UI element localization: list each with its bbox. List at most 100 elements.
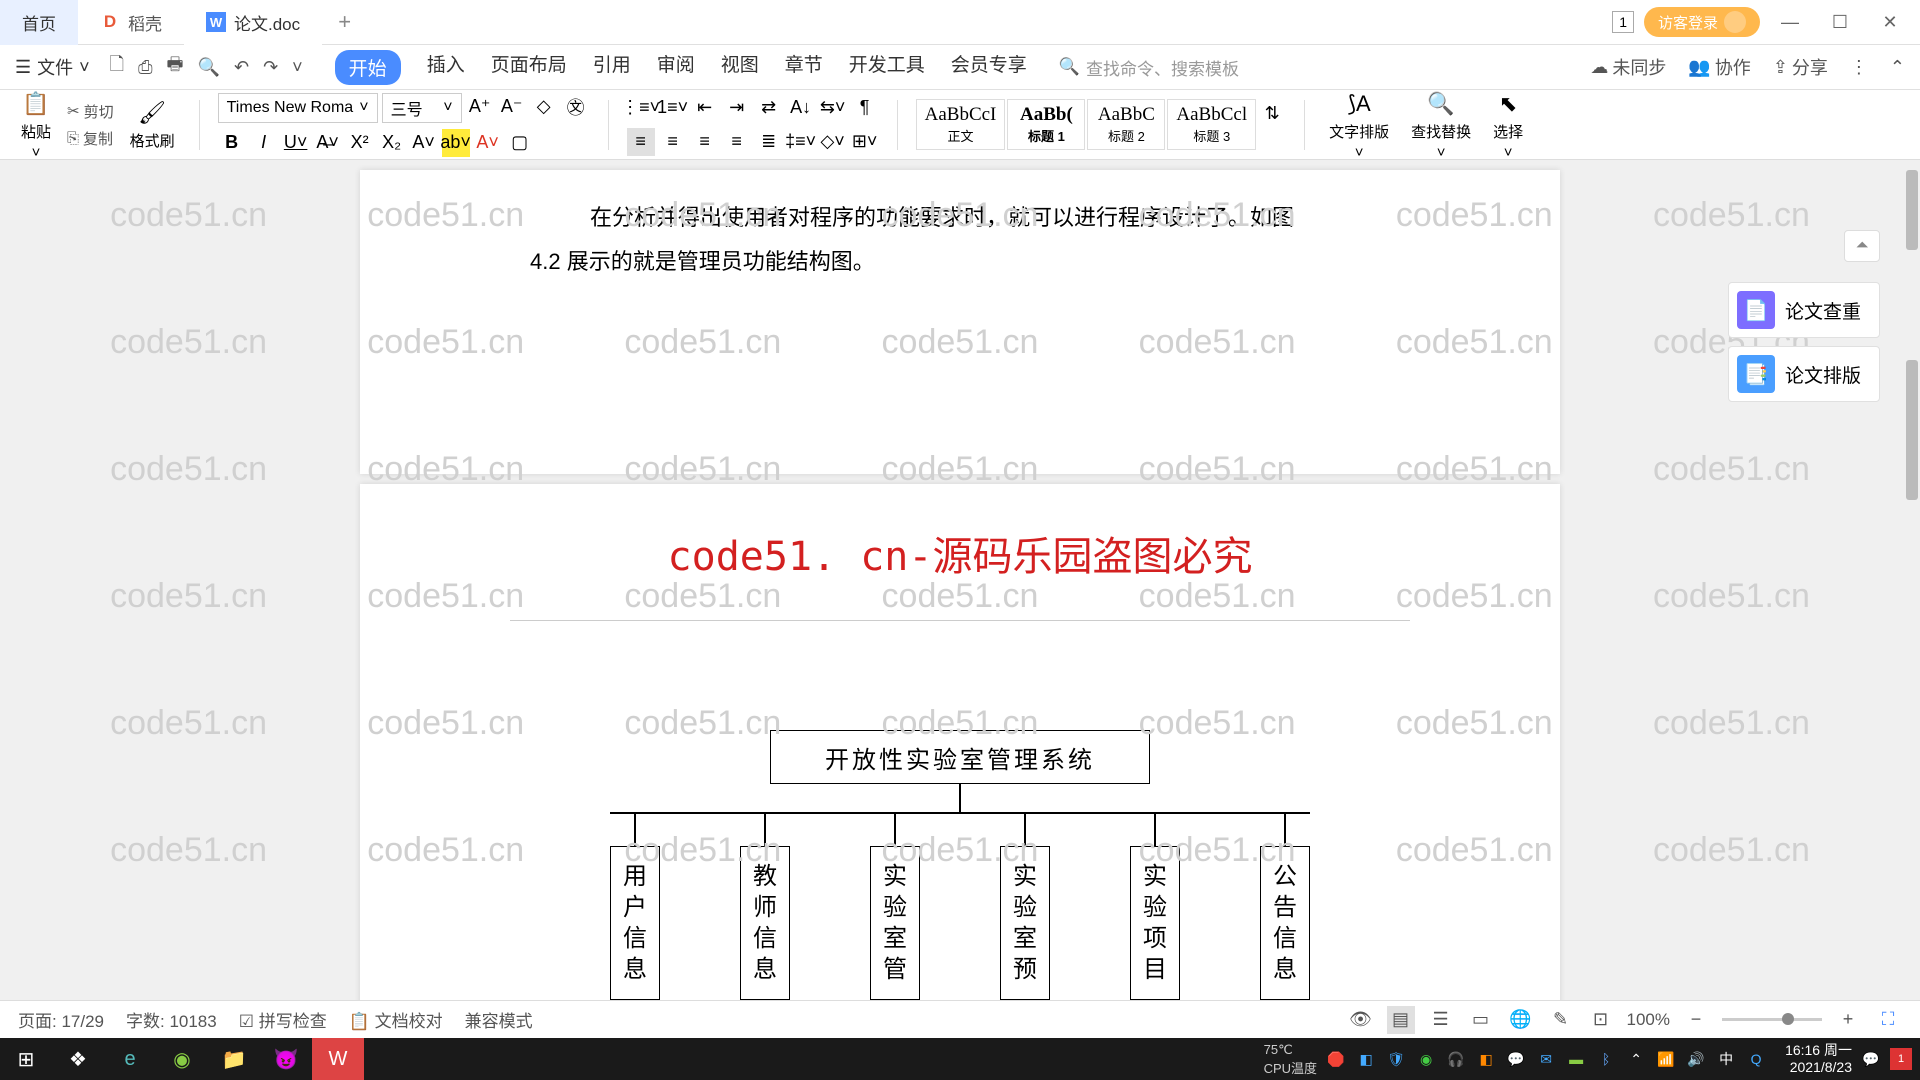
font-size-select[interactable]: 三号˅ — [382, 93, 462, 123]
tray-icon[interactable]: 🛑 — [1325, 1048, 1347, 1070]
thesis-layout-button[interactable]: 📑 论文排版 — [1728, 346, 1880, 402]
tab-review[interactable]: 审阅 — [657, 50, 695, 85]
tab-member[interactable]: 会员专享 — [951, 50, 1027, 85]
window-count[interactable]: 1 — [1612, 11, 1634, 33]
style-h1[interactable]: AaBb(标题 1 — [1007, 99, 1085, 150]
superscript-button[interactable]: X² — [346, 129, 374, 157]
fullscreen-icon[interactable]: ⛶ — [1874, 1006, 1902, 1034]
volume-icon[interactable]: 🔊 — [1685, 1048, 1707, 1070]
start-button[interactable]: ⊞ — [0, 1038, 52, 1080]
zoom-value[interactable]: 100% — [1627, 1010, 1670, 1030]
phonetic-icon[interactable]: ㉆ — [562, 93, 590, 121]
tab-devtools[interactable]: 开发工具 — [849, 50, 925, 85]
page-2[interactable]: code51. cn-源码乐园盗图必究 开放性实验室管理系统 用户信息 教师信息… — [360, 484, 1560, 1038]
ie-icon[interactable]: e — [104, 1038, 156, 1080]
eye-icon[interactable]: 👁 — [1347, 1006, 1375, 1034]
proofread-toggle[interactable]: 📋 文档校对 — [349, 1007, 443, 1032]
show-marks-icon[interactable]: ¶ — [851, 94, 879, 122]
cut-button[interactable]: ✂剪切 — [67, 101, 114, 122]
shading-icon[interactable]: ◇˅ — [819, 128, 847, 156]
outline-view-icon[interactable]: ☰ — [1427, 1006, 1455, 1034]
save-icon[interactable]: 🗋 — [104, 52, 130, 82]
vertical-scrollbar[interactable] — [1904, 160, 1920, 1000]
increase-font-icon[interactable]: A⁺ — [466, 93, 494, 121]
char-border-button[interactable]: ▢ — [506, 129, 534, 157]
menu-hamburger[interactable]: ☰ 文件 ˅ — [15, 54, 102, 80]
italic-button[interactable]: I — [250, 129, 278, 157]
print-icon[interactable]: 🖶 — [161, 52, 190, 82]
sort-icon[interactable]: A↓ — [787, 94, 815, 122]
tray-icon[interactable]: 🛡 — [1385, 1048, 1407, 1070]
tray-icon[interactable]: ▬ — [1565, 1048, 1587, 1070]
highlight-button[interactable]: ab˅ — [442, 129, 470, 157]
undo-icon[interactable]: ↶ — [228, 57, 255, 78]
ribbon-collapse-icon[interactable]: ⌃ — [1890, 54, 1905, 80]
clear-format-icon[interactable]: ◇ — [530, 93, 558, 121]
text-layout-button[interactable]: ⟆A 文字排版˅ — [1323, 89, 1395, 161]
redo-icon[interactable]: ↷ — [257, 57, 284, 78]
find-replace-button[interactable]: 🔍 查找替换˅ — [1405, 89, 1477, 161]
tray-up-icon[interactable]: ⌃ — [1625, 1048, 1647, 1070]
tray-icon[interactable]: ◧ — [1475, 1048, 1497, 1070]
word-count[interactable]: 字数: 10183 — [126, 1007, 217, 1032]
strike-button[interactable]: A̶˅ — [314, 129, 342, 157]
preview-icon[interactable]: 🔍 — [192, 57, 226, 78]
explorer-icon[interactable]: 📁 — [208, 1038, 260, 1080]
browser-icon[interactable]: ◉ — [156, 1038, 208, 1080]
close-button[interactable]: ✕ — [1870, 2, 1910, 42]
thesis-check-button[interactable]: 📄 论文查重 — [1728, 282, 1880, 338]
asian-layout-icon[interactable]: ⇄ — [755, 94, 783, 122]
guest-login[interactable]: 访客登录 — [1644, 7, 1760, 37]
page-view-icon[interactable]: ▤ — [1387, 1006, 1415, 1034]
underline-button[interactable]: U˅ — [282, 129, 310, 157]
notifications-icon[interactable]: 💬 — [1860, 1048, 1882, 1070]
format-painter-button[interactable]: 🖌 格式刷 — [124, 98, 181, 151]
side-toggle-icon[interactable]: ⏶ — [1844, 230, 1880, 262]
decrease-indent-icon[interactable]: ⇤ — [691, 94, 719, 122]
style-body[interactable]: AaBbCcI正文 — [916, 99, 1006, 150]
tab-add[interactable]: + — [322, 9, 367, 35]
font-name-select[interactable]: Times New Roma˅ — [218, 93, 378, 123]
tab-insert[interactable]: 插入 — [427, 50, 465, 85]
tray-icon[interactable]: ✉ — [1535, 1048, 1557, 1070]
tray-icon[interactable]: ◧ — [1355, 1048, 1377, 1070]
read-view-icon[interactable]: ▭ — [1467, 1006, 1495, 1034]
borders-icon[interactable]: ⊞˅ — [851, 128, 879, 156]
minimize-button[interactable]: — — [1770, 2, 1810, 42]
select-button[interactable]: ⬉ 选择˅ — [1487, 89, 1529, 161]
align-justify-icon[interactable]: ≡ — [723, 128, 751, 156]
task-app-1[interactable]: ❖ — [52, 1038, 104, 1080]
tab-home[interactable]: 首页 — [0, 0, 78, 45]
zoom-in-icon[interactable]: + — [1834, 1006, 1862, 1034]
taskbar-clock[interactable]: 16:16 周一 2021/8/23 — [1785, 1042, 1852, 1076]
bullet-list-icon[interactable]: ⋮≡˅ — [627, 94, 655, 122]
spellcheck-toggle[interactable]: ☑ 拼写检查 — [239, 1007, 327, 1032]
increase-indent-icon[interactable]: ⇥ — [723, 94, 751, 122]
bluetooth-icon[interactable]: ᛒ — [1595, 1048, 1617, 1070]
tab-docao[interactable]: D 稻壳 — [78, 0, 184, 45]
tab-char-icon[interactable]: ⇆˅ — [819, 94, 847, 122]
align-left-icon[interactable]: ≡ — [627, 128, 655, 156]
styles-more-icon[interactable]: ⇅ — [1258, 99, 1286, 127]
share-button[interactable]: ⇪分享 — [1773, 54, 1828, 80]
maximize-button[interactable]: ☐ — [1820, 2, 1860, 42]
subscript-button[interactable]: X₂ — [378, 129, 406, 157]
tray-icon[interactable]: ◉ — [1415, 1048, 1437, 1070]
paragraph[interactable]: 4.2 展示的就是管理员功能结构图。 — [530, 240, 1390, 284]
ime-indicator[interactable]: 中 — [1715, 1048, 1737, 1070]
zoom-slider[interactable] — [1722, 1018, 1822, 1021]
dropdown-icon[interactable]: ˅ — [286, 57, 309, 78]
sync-status[interactable]: ☁未同步 — [1590, 54, 1666, 80]
align-right-icon[interactable]: ≡ — [691, 128, 719, 156]
tray-icon[interactable]: 💬 — [1505, 1048, 1527, 1070]
collab-button[interactable]: 👥协作 — [1688, 54, 1750, 80]
web-view-icon[interactable]: 🌐 — [1507, 1006, 1535, 1034]
fit-icon[interactable]: ⊡ — [1587, 1006, 1615, 1034]
text-effect-button[interactable]: A˅ — [410, 129, 438, 157]
copy-button[interactable]: ⎘复制 — [67, 128, 114, 149]
line-spacing-icon[interactable]: ‡≡˅ — [787, 128, 815, 156]
paragraph[interactable]: 在分析并得出使用者对程序的功能要求时，就可以进行程序设计了。如图 — [590, 196, 1390, 240]
page-1[interactable]: 在分析并得出使用者对程序的功能要求时，就可以进行程序设计了。如图 4.2 展示的… — [360, 170, 1560, 474]
tab-chapter[interactable]: 章节 — [785, 50, 823, 85]
number-list-icon[interactable]: 1≡˅ — [659, 94, 687, 122]
